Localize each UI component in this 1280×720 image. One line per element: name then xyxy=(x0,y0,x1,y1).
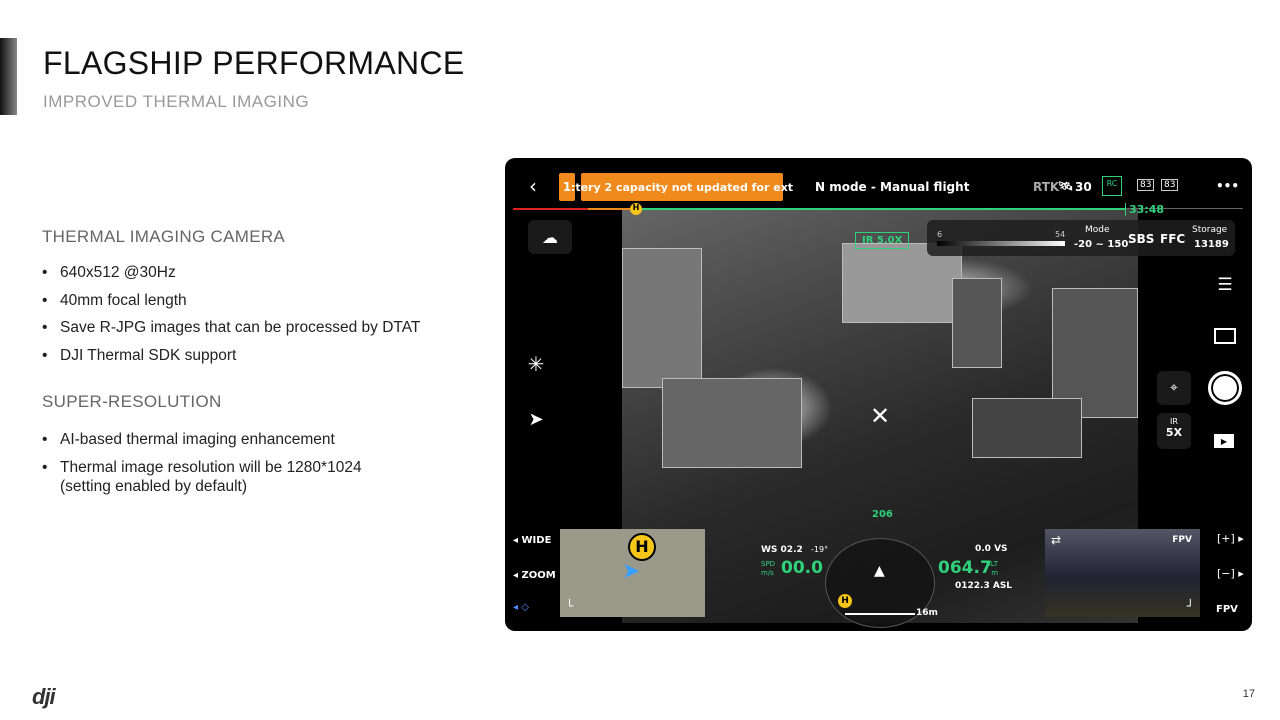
bullet: 640x512 @30Hz xyxy=(42,259,420,287)
mode-label: Mode xyxy=(1085,225,1110,235)
page-number: 17 xyxy=(1242,688,1255,700)
storage-label: Storage xyxy=(1192,225,1228,235)
altitude-label: ALT m xyxy=(986,560,999,577)
satellite-count: 30 xyxy=(1075,180,1092,194)
slide-title: FLAGSHIP PERFORMANCE xyxy=(43,45,465,81)
speed-value: 00.0 xyxy=(781,558,823,578)
alert-banner[interactable]: :tery 2 capacity not updated for ext xyxy=(571,173,793,201)
back-icon[interactable]: ‹ xyxy=(529,174,537,198)
home-compass-marker: H xyxy=(838,594,852,608)
aircraft-direction-icon: ➤ xyxy=(528,408,544,430)
crosshair-icon: ✕ xyxy=(869,402,891,430)
aircraft-position-icon: ➤ xyxy=(622,559,641,584)
palette-min: 6 xyxy=(937,230,943,239)
zoom-out-button[interactable]: [−] ▸ xyxy=(1217,567,1244,580)
altitude-asl: 0122.3 ASL xyxy=(955,581,1013,591)
more-menu-button[interactable]: ••• xyxy=(1216,179,1239,193)
light-icon[interactable]: ✳ xyxy=(523,351,549,377)
flight-time: 33:48 xyxy=(1125,203,1164,216)
mode-value[interactable]: -20 ~ 150 xyxy=(1074,239,1128,250)
lens-zoom-button[interactable]: ◂ ZOOM xyxy=(513,570,556,581)
map-scale-bar xyxy=(845,613,915,615)
battery-1: 83 xyxy=(1137,179,1155,191)
ffc-button[interactable]: FFC xyxy=(1160,232,1185,246)
flight-mode[interactable]: N mode - Manual flight xyxy=(815,180,969,194)
section-heading-super-resolution: SUPER-RESOLUTION xyxy=(42,392,222,411)
section-heading-thermal: THERMAL IMAGING CAMERA xyxy=(42,227,286,246)
lens-wide-button[interactable]: ◂ WIDE xyxy=(513,535,551,546)
lens-switch-icon[interactable]: ◂ ◇ xyxy=(513,602,529,613)
wind-angle: -19° xyxy=(811,545,829,554)
rc-signal-icon[interactable]: RC xyxy=(1102,176,1122,196)
expand-map-icon[interactable]: └ xyxy=(566,599,573,613)
fpv-lens-button[interactable]: FPV xyxy=(1216,604,1238,615)
home-marker: H xyxy=(630,203,642,215)
altitude-value: 064.7 xyxy=(938,558,992,578)
shutter-button[interactable] xyxy=(1208,371,1242,405)
swap-view-icon[interactable]: ⇄ xyxy=(1051,533,1061,547)
fpv-preview[interactable]: ⇄ FPV ┘ xyxy=(1045,529,1200,617)
satellite-icon: 🛰 xyxy=(1058,179,1074,193)
aircraft-heading-icon: ▲ xyxy=(874,563,885,579)
dji-logo: dji xyxy=(32,684,56,709)
thermal-bullets: 640x512 @30Hz 40mm focal length Save R-J… xyxy=(42,259,420,369)
title-accent-bar xyxy=(0,38,17,115)
cloud-off-icon[interactable]: ☁ xyxy=(528,220,572,254)
bullet: 40mm focal length xyxy=(42,287,420,315)
slide-subtitle: IMPROVED THERMAL IMAGING xyxy=(43,92,310,111)
heading-value: 206 xyxy=(872,509,893,520)
camera-zoom-button[interactable]: IR 5X xyxy=(1157,413,1191,449)
playback-icon[interactable]: ▶ xyxy=(1214,434,1234,448)
bullet: DJI Thermal SDK support xyxy=(42,342,420,370)
mini-map[interactable]: H ➤ └ xyxy=(560,529,705,617)
storage-value: 13189 xyxy=(1194,239,1229,250)
speed-label: SPD m/s xyxy=(761,560,776,577)
ir-zoom-badge: IR 5.0X xyxy=(855,232,910,249)
palette-bar[interactable] xyxy=(937,241,1065,246)
bullet: AI-based thermal imaging enhancement xyxy=(42,426,362,454)
fpv-label: FPV xyxy=(1172,535,1192,545)
expand-fpv-icon[interactable]: ┘ xyxy=(1187,599,1194,613)
zoom-in-button[interactable]: [+] ▸ xyxy=(1217,532,1244,545)
wind-speed: WS 02.2 xyxy=(761,545,803,555)
ir-label: IR xyxy=(1170,417,1178,426)
rtk-status[interactable]: RTK xyxy=(1033,180,1059,194)
super-resolution-bullets: AI-based thermal imaging enhancement The… xyxy=(42,426,362,496)
bullet: Thermal image resolution will be 1280*10… xyxy=(42,454,362,496)
sbs-button[interactable]: SBS xyxy=(1128,232,1154,246)
drone-app-screenshot: ✕ ‹ 1 :tery 2 capacity not updated for e… xyxy=(505,158,1252,631)
display-mode-icon[interactable] xyxy=(1214,328,1236,344)
palette-max: 54 xyxy=(1055,230,1066,239)
settings-sliders-icon[interactable]: ☰ xyxy=(1212,272,1238,298)
zoom-value: 5X xyxy=(1165,426,1183,439)
flight-progress-bar xyxy=(633,208,1125,210)
thermal-settings-panel xyxy=(927,220,1235,256)
vertical-speed: 0.0 VS xyxy=(975,544,1008,554)
battery-2: 83 xyxy=(1161,179,1179,191)
target-lock-icon[interactable]: ⌖ xyxy=(1157,371,1191,405)
home-point-icon: H xyxy=(628,533,656,561)
bullet: Save R-JPG images that can be processed … xyxy=(42,314,420,342)
map-scale-label: 16m xyxy=(916,608,938,618)
